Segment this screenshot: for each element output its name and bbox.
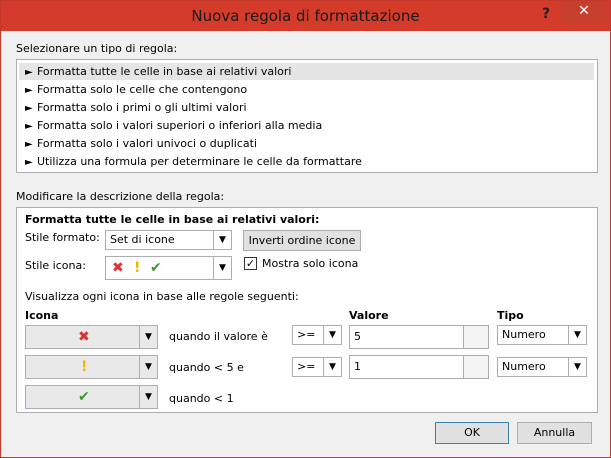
reverse-icon-order-button[interactable]: Inverti ordine icone (243, 230, 361, 251)
rule-type-item[interactable]: ► Formatta tutte le celle in base ai rela… (19, 63, 594, 80)
ok-button[interactable]: OK (435, 422, 509, 444)
column-header-icon: Icona (25, 309, 59, 322)
arrow-icon: ► (25, 103, 33, 114)
edit-heading: Formatta tutte le celle in base ai relat… (25, 213, 320, 226)
format-style-select[interactable]: Set di icone ▼ (105, 230, 232, 250)
icon-select[interactable]: ! ▼ (25, 355, 158, 379)
rule-type-item[interactable]: ► Formatta solo i primi o gli ultimi valo… (19, 99, 594, 116)
arrow-icon: ► (25, 121, 33, 132)
green-check-icon: ✔ (150, 260, 162, 276)
column-header-value: Valore (349, 309, 389, 322)
arrow-icon: ► (25, 139, 33, 150)
show-icon-only-label: Mostra solo icona (262, 257, 359, 270)
type-select[interactable]: Numero ▼ (497, 325, 587, 345)
show-icon-only-checkbox[interactable]: ✓ (244, 257, 257, 270)
rule-type-item[interactable]: ► Formatta solo i valori superiori o infe… (19, 117, 594, 134)
rule-type-label: Selezionare un tipo di regola: (16, 42, 178, 55)
type-select[interactable]: Numero ▼ (497, 357, 587, 377)
range-selector-icon[interactable] (463, 356, 488, 378)
dialog-title: Nuova regola di formattazione (191, 7, 420, 25)
red-x-icon: ✖ (78, 329, 90, 345)
yellow-exclamation-icon: ! (134, 260, 141, 276)
style-label: Stile formato: (25, 231, 100, 244)
help-icon[interactable]: ? (531, 1, 561, 27)
operator-select[interactable]: >= ▼ (292, 357, 342, 377)
red-x-icon: ✖ (112, 260, 124, 276)
cancel-button[interactable]: Annulla (517, 422, 592, 444)
chevron-down-icon: ▼ (568, 358, 586, 376)
condition-label: quando < 1 (169, 392, 234, 405)
condition-label: quando < 5 e (169, 361, 244, 374)
arrow-icon: ► (25, 157, 33, 168)
chevron-down-icon: ▼ (323, 358, 341, 376)
chevron-down-icon: ▼ (139, 326, 157, 348)
chevron-down-icon: ▼ (323, 326, 341, 344)
icon-style-label: Stile icona: (25, 259, 86, 272)
value-input[interactable]: 1 (349, 355, 489, 379)
rules-caption: Visualizza ogni icona in base alle regol… (25, 290, 299, 303)
chevron-down-icon: ▼ (213, 231, 231, 249)
chevron-down-icon: ▼ (139, 356, 157, 378)
operator-select[interactable]: >= ▼ (292, 325, 342, 345)
rule-type-item[interactable]: ► Utilizza una formula per determinare le… (19, 153, 594, 170)
chevron-down-icon: ▼ (568, 326, 586, 344)
arrow-icon: ► (25, 67, 33, 78)
value-input[interactable]: 5 (349, 325, 489, 349)
arrow-icon: ► (25, 85, 33, 96)
column-header-type: Tipo (497, 309, 524, 322)
edit-panel: Formatta tutte le celle in base ai relat… (16, 207, 598, 413)
rule-type-item[interactable]: ► Formatta solo le celle che contengono (19, 81, 594, 98)
chevron-down-icon: ▼ (213, 257, 231, 279)
range-selector-icon[interactable] (463, 326, 488, 348)
close-button[interactable]: ✕ (562, 1, 606, 23)
chevron-down-icon: ▼ (139, 386, 157, 408)
icon-select[interactable]: ✔ ▼ (25, 385, 158, 409)
rule-type-list[interactable]: ► Formatta tutte le celle in base ai rela… (16, 59, 598, 173)
condition-label: quando il valore è (169, 330, 268, 343)
icon-style-select[interactable]: ✖ ! ✔ ▼ (105, 256, 232, 280)
rule-type-item[interactable]: ► Formatta solo i valori univoci o duplic… (19, 135, 594, 152)
icon-select[interactable]: ✖ ▼ (25, 325, 158, 349)
edit-description-label: Modificare la descrizione della regola: (16, 190, 225, 203)
yellow-exclamation-icon: ! (81, 359, 88, 375)
green-check-icon: ✔ (78, 389, 90, 405)
dialog-window: Nuova regola di formattazione ? ✕ Selezi… (0, 0, 611, 458)
